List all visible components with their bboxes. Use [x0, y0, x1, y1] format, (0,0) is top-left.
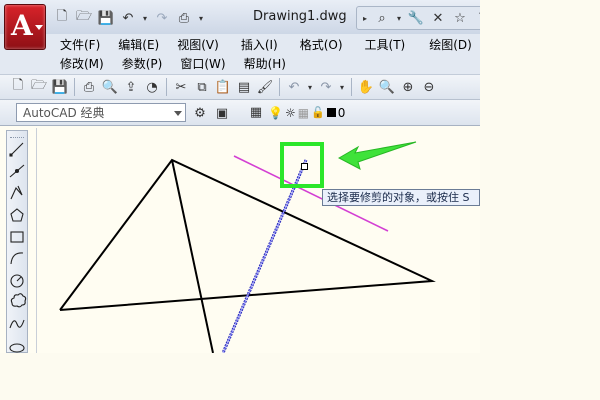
pickbox-cursor [301, 163, 308, 170]
command-tooltip: 选择要修剪的对象，或按住 S [322, 189, 480, 206]
annotation-arrow-icon [337, 141, 417, 170]
chevron-down-icon [35, 25, 43, 30]
application-menu-button[interactable]: A [4, 4, 46, 50]
autocad-logo-icon: A [11, 9, 33, 42]
autocad-window: 🗋 🗁 💾 ↶ ▾ ↷ ⎙ ▾ Drawing1.dwg ▸ ⌕ ▾ 🔧 ✕ ☆… [0, 0, 480, 353]
drawing-geometry [59, 141, 436, 353]
